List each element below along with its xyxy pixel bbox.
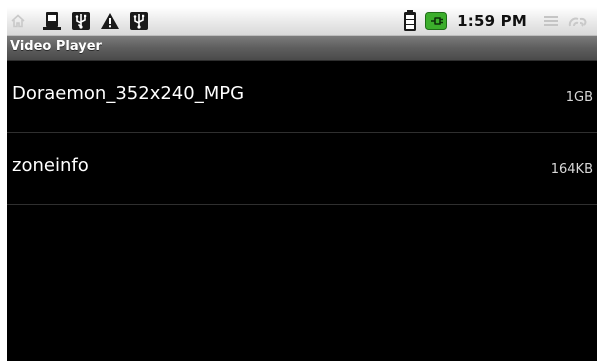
- file-name: zoneinfo: [12, 155, 89, 176]
- file-name: Doraemon_352x240_MPG: [12, 83, 245, 104]
- sd-card-icon: [42, 11, 62, 31]
- app-title-bar: Video Player: [7, 36, 597, 61]
- status-bar-notifications: [11, 7, 149, 35]
- home-icon[interactable]: [11, 14, 25, 28]
- list-item[interactable]: zoneinfo 164KB: [7, 133, 597, 205]
- file-size: 1GB: [565, 90, 593, 105]
- file-size: 164KB: [550, 162, 593, 177]
- file-list: Doraemon_352x240_MPG 1GB zoneinfo 164KB: [7, 61, 597, 205]
- status-clock: 1:59 PM: [457, 12, 527, 30]
- menu-icon[interactable]: [543, 14, 559, 28]
- status-bar: 1:59 PM: [7, 7, 597, 36]
- battery-icon: [403, 10, 417, 32]
- signal-icon: [567, 13, 589, 29]
- charging-plug-icon: [425, 12, 448, 30]
- usb-icon: [71, 11, 91, 31]
- usb-debug-icon: [129, 11, 149, 31]
- warning-icon: [100, 12, 120, 30]
- list-item[interactable]: Doraemon_352x240_MPG 1GB: [7, 61, 597, 133]
- app-title: Video Player: [10, 39, 102, 54]
- device-screen: 1:59 PM Video Player Doraemon_352x240_MP…: [7, 7, 597, 361]
- status-bar-system: 1:59 PM: [403, 7, 589, 35]
